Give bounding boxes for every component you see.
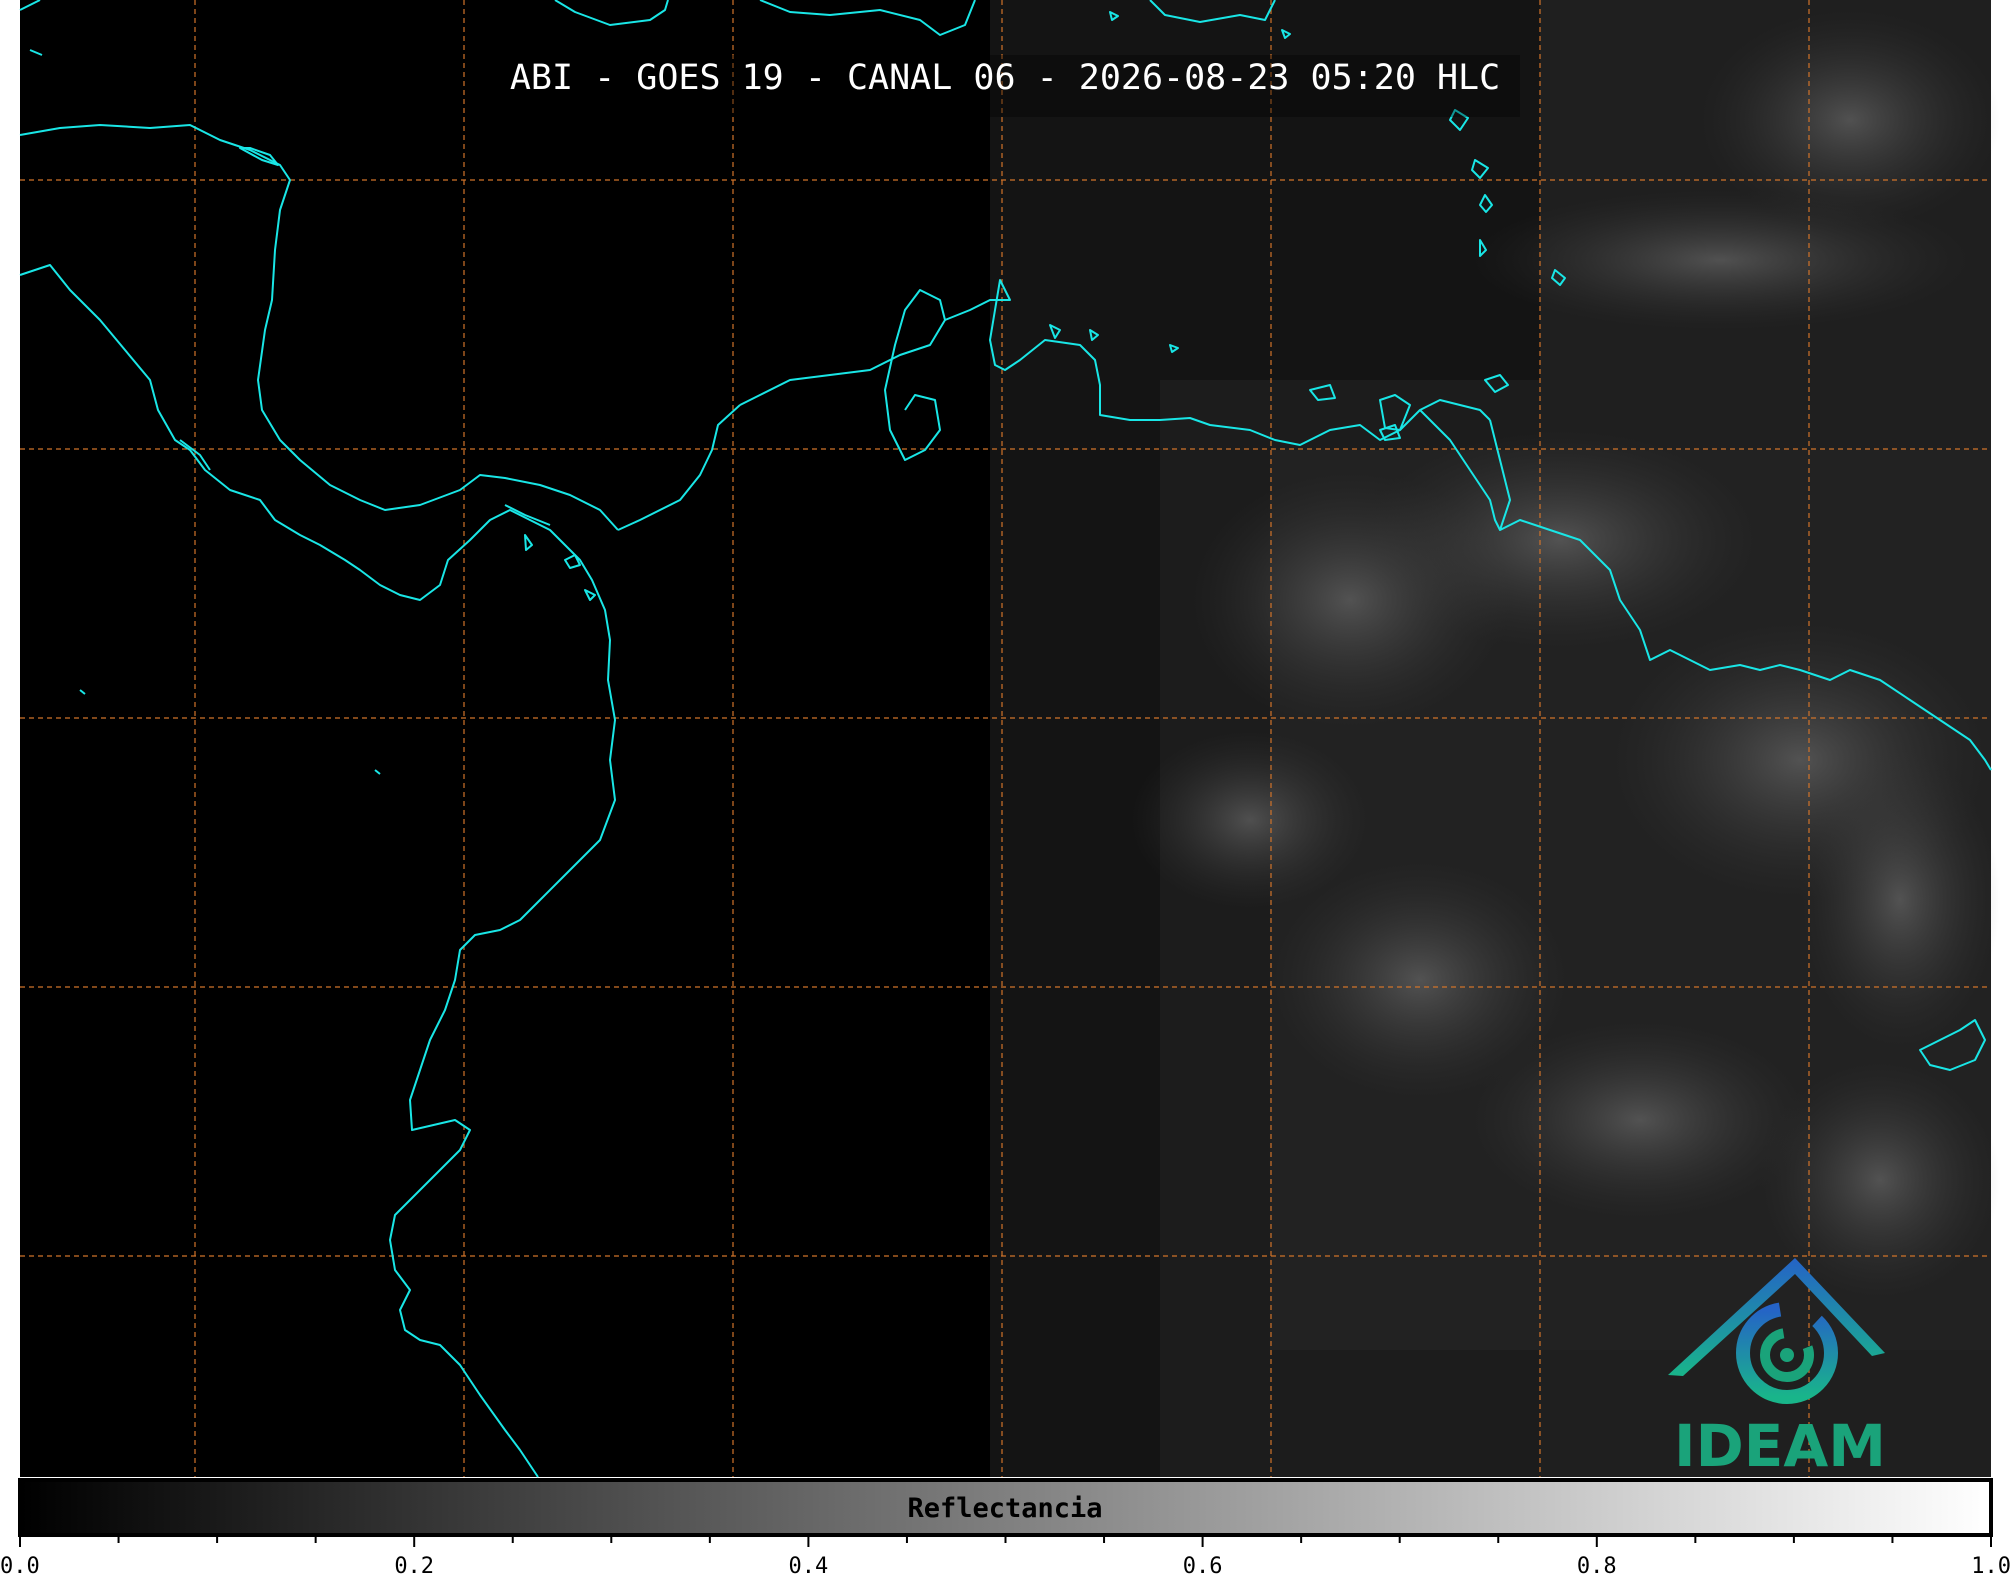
- satellite-map-figure: ABI - GOES 19 - CANAL 06 - 2026-08-23 05…: [0, 0, 2011, 1577]
- colorbar-tick-label: 0.0: [0, 1554, 40, 1577]
- colorbar-label: Reflectancia: [907, 1493, 1102, 1524]
- colorbar-tick-label: 0.8: [1577, 1554, 1617, 1577]
- map-panel: ABI - GOES 19 - CANAL 06 - 2026-08-23 05…: [19, 0, 2000, 1480]
- logo-text: IDEAM: [1674, 1412, 1886, 1480]
- colorbar-tick-label: 0.2: [394, 1554, 434, 1577]
- colorbar-tick-label: 0.6: [1183, 1554, 1223, 1577]
- colorbar-tick-label: 0.4: [789, 1554, 829, 1577]
- map-title: ABI - GOES 19 - CANAL 06 - 2026-08-23 05…: [510, 58, 1500, 98]
- colorbar-tick-label: 1.0: [1971, 1554, 2011, 1577]
